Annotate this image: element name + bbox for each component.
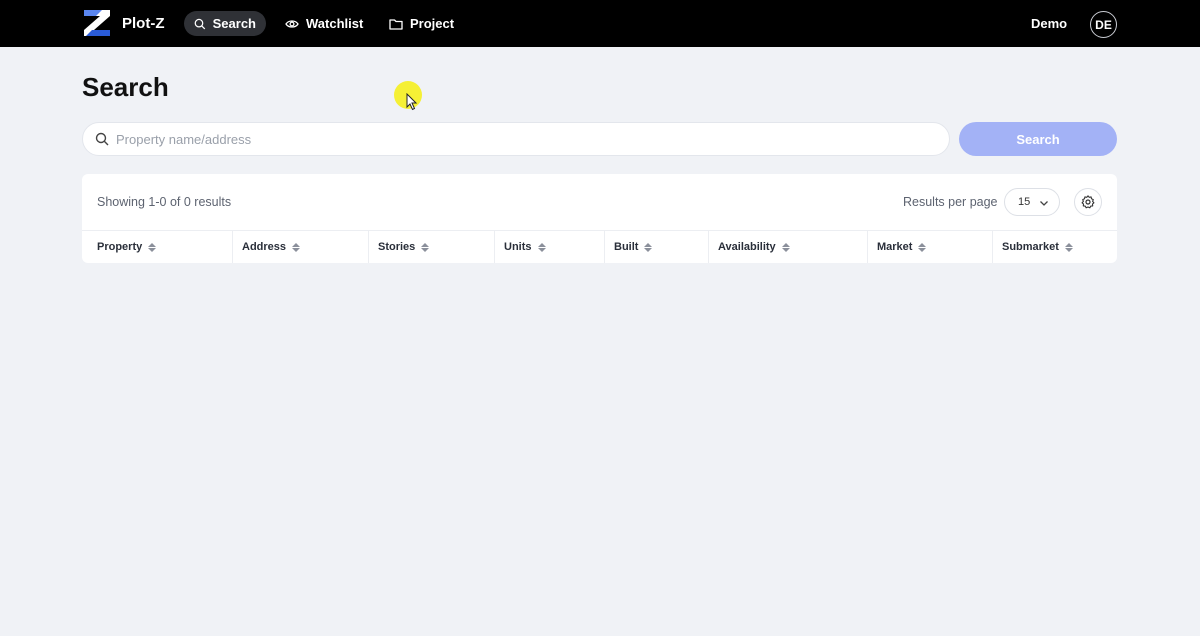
results-per-page-select[interactable]: 15 xyxy=(1004,188,1060,216)
results-per-page-value: 15 xyxy=(1018,196,1031,208)
sort-icon xyxy=(148,242,157,252)
folder-icon xyxy=(389,18,403,30)
search-input[interactable] xyxy=(116,131,949,147)
brand[interactable]: Plot-Z xyxy=(82,8,165,38)
column-header-label: Submarket xyxy=(1002,241,1059,253)
table-settings-button[interactable] xyxy=(1074,188,1102,216)
sort-icon xyxy=(781,242,790,252)
search-button[interactable]: Search xyxy=(959,122,1117,156)
column-header-availability[interactable]: Availability xyxy=(708,231,867,263)
chevron-down-icon xyxy=(1040,201,1048,206)
sort-icon xyxy=(918,242,927,252)
nav-project[interactable]: Project xyxy=(379,11,464,36)
column-header-label: Property xyxy=(97,241,143,253)
gear-icon xyxy=(1081,195,1095,209)
mouse-cursor-icon xyxy=(406,93,418,111)
sort-icon xyxy=(644,242,653,252)
search-box[interactable] xyxy=(82,122,950,156)
column-header-label: Availability xyxy=(718,241,776,253)
nav-project-label: Project xyxy=(410,16,455,31)
column-header-property[interactable]: Property xyxy=(82,231,232,263)
user-name[interactable]: Demo xyxy=(1031,16,1067,31)
column-header-label: Built xyxy=(614,241,639,253)
eye-icon xyxy=(285,19,299,28)
sort-icon xyxy=(537,242,546,252)
results-summary: Showing 1-0 of 0 results xyxy=(97,195,232,209)
sort-icon xyxy=(292,242,301,252)
avatar[interactable]: DE xyxy=(1090,11,1117,38)
nav-watchlist-label: Watchlist xyxy=(306,16,364,31)
column-header-units[interactable]: Units xyxy=(494,231,604,263)
search-icon xyxy=(95,132,109,146)
nav-search[interactable]: Search xyxy=(184,11,266,36)
search-icon xyxy=(194,18,206,29)
nav-watchlist[interactable]: Watchlist xyxy=(275,11,373,36)
column-header-stories[interactable]: Stories xyxy=(368,231,494,263)
app-name: Plot-Z xyxy=(122,14,165,32)
column-header-submarket[interactable]: Submarket xyxy=(992,231,1117,263)
table-header: Property Address Stories Units Built Ava… xyxy=(82,230,1117,263)
avatar-initials: DE xyxy=(1095,17,1112,32)
column-header-label: Units xyxy=(504,241,532,253)
column-header-market[interactable]: Market xyxy=(867,231,992,263)
sort-icon xyxy=(421,242,430,252)
page-title: Search xyxy=(82,72,169,102)
column-header-built[interactable]: Built xyxy=(604,231,708,263)
column-header-label: Market xyxy=(877,241,913,253)
column-header-label: Stories xyxy=(378,241,416,253)
logo-icon xyxy=(84,10,110,36)
top-nav-bar: Plot-Z Search Watchlist Project Demo DE xyxy=(0,0,1200,47)
nav-search-label: Search xyxy=(212,16,256,31)
results-per-page-label: Results per page xyxy=(903,195,998,209)
sort-icon xyxy=(1064,242,1073,252)
column-header-label: Address xyxy=(242,241,287,253)
column-header-address[interactable]: Address xyxy=(232,231,368,263)
results-card: Showing 1-0 of 0 results Results per pag… xyxy=(82,174,1117,263)
